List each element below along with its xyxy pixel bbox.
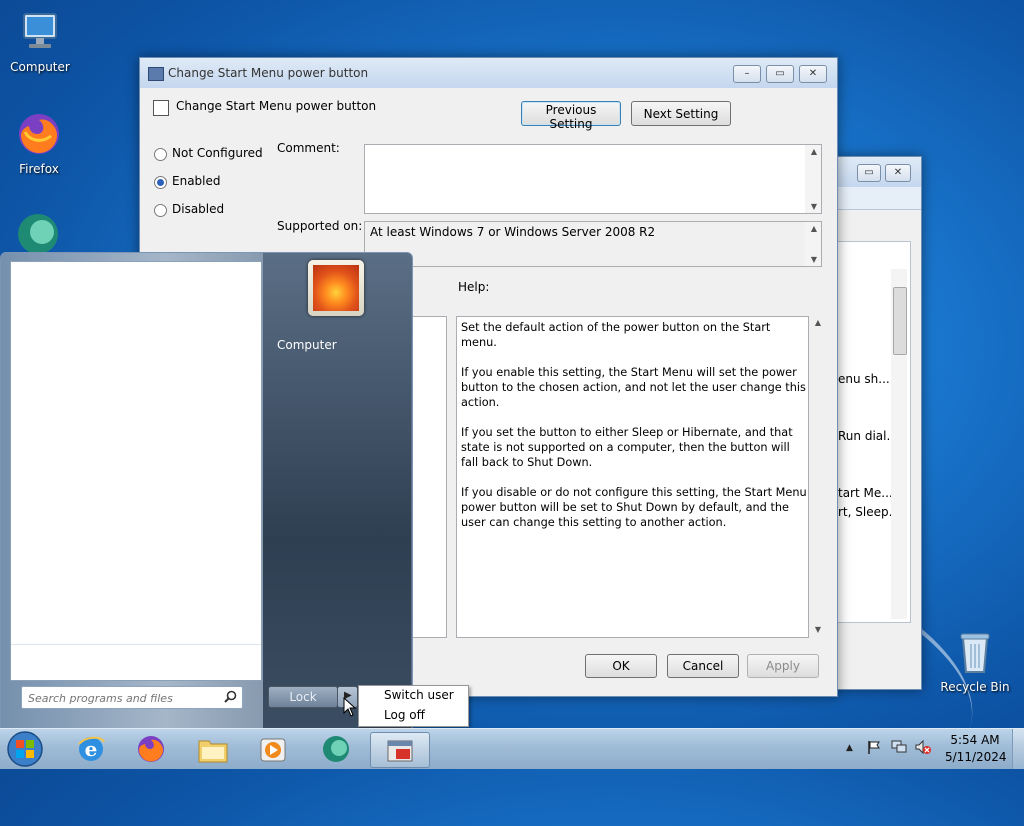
app-globe-icon [321, 734, 351, 767]
firefox-icon [15, 110, 63, 158]
volume-muted-icon[interactable] [914, 739, 932, 758]
help-scrollbar[interactable]: ▲ ▼ [809, 316, 825, 636]
desktop-icon-firefox[interactable]: Firefox [1, 110, 77, 176]
taskbar-media-player[interactable] [246, 732, 298, 766]
start-button[interactable] [4, 729, 46, 769]
supported-label: Supported on: [277, 219, 363, 233]
user-picture[interactable] [308, 260, 364, 316]
radio-circle[interactable] [154, 176, 167, 189]
lock-button[interactable]: Lock [268, 686, 338, 708]
desktop-icon-label: Recycle Bin [940, 680, 1010, 694]
background-window-scrollbar[interactable] [891, 269, 907, 619]
show-hidden-icons-icon[interactable]: ▲ [846, 743, 853, 753]
search-input[interactable] [26, 689, 216, 707]
computer-icon [16, 8, 64, 56]
taskbar-globe-app[interactable] [310, 732, 362, 766]
recycle-bin-icon [951, 628, 999, 676]
start-menu-computer-link[interactable]: Computer [277, 338, 337, 352]
start-menu[interactable]: Computer Lock ▶ [0, 252, 413, 730]
desktop-icon-recycle-bin[interactable]: Recycle Bin [937, 628, 1013, 694]
options-pane [410, 316, 447, 638]
clock-time[interactable]: 5:54 AM [947, 733, 1003, 747]
mouse-cursor-icon [343, 696, 357, 720]
flower-picture-icon [313, 265, 359, 311]
lock-label: Lock [289, 690, 317, 704]
radio-circle[interactable] [154, 148, 167, 161]
start-menu-programs-list[interactable] [10, 261, 262, 681]
menu-item-log-off[interactable]: Log off [384, 708, 425, 722]
radio-circle[interactable] [154, 204, 167, 217]
policy-heading: Change Start Menu power button [176, 99, 377, 113]
search-icon[interactable] [224, 690, 237, 706]
taskbar-internet-explorer[interactable]: e [64, 732, 116, 766]
taskbar: e ▲ 5:54 AM 5/11/2024 [0, 728, 1024, 769]
show-desktop-button[interactable] [1012, 729, 1024, 769]
app-globe-icon [14, 210, 62, 258]
action-center-flag-icon[interactable] [866, 739, 882, 758]
list-item[interactable]: tart Me... [838, 486, 893, 500]
apply-button[interactable]: Apply [747, 654, 819, 678]
policy-editor-icon [385, 735, 415, 768]
ok-button[interactable]: OK [585, 654, 657, 678]
supported-value: At least Windows 7 or Windows Server 200… [370, 225, 656, 239]
firefox-icon [136, 734, 166, 767]
divider [11, 644, 261, 645]
background-window-titlebar[interactable]: ▭ ✕ [837, 157, 921, 187]
menu-item-switch-user[interactable]: Switch user [384, 688, 454, 702]
list-item[interactable]: Run dial... [838, 429, 898, 443]
help-paragraph: Set the default action of the power butt… [461, 321, 771, 349]
list-item[interactable]: enu sh... [838, 372, 890, 386]
policy-setting-icon [153, 100, 169, 116]
supported-scrollbar[interactable]: ▲ ▼ [805, 222, 821, 266]
desktop-icon-label: Computer [10, 60, 70, 74]
media-player-icon [258, 735, 288, 768]
minimize-button[interactable]: – [733, 65, 761, 83]
next-setting-button[interactable]: Next Setting [631, 101, 731, 126]
power-context-menu[interactable]: Switch user Log off [358, 685, 469, 727]
help-label: Help: [458, 280, 490, 294]
svg-text:e: e [85, 737, 98, 761]
help-paragraph: If you disable or do not configure this … [461, 486, 807, 529]
start-search-box[interactable] [21, 686, 243, 709]
help-paragraph: If you enable this setting, the Start Me… [461, 366, 806, 409]
close-button[interactable]: ✕ [885, 164, 911, 182]
start-menu-right-pane: Computer Lock ▶ [263, 253, 411, 729]
network-icon[interactable] [890, 739, 908, 758]
folder-icon [197, 736, 229, 767]
window-title: Change Start Menu power button [168, 66, 369, 80]
background-window-toolbar [837, 187, 921, 210]
close-button[interactable]: ✕ [799, 65, 827, 83]
taskbar-group-policy-editor[interactable] [370, 732, 430, 768]
taskbar-firefox[interactable] [124, 732, 176, 766]
taskbar-file-explorer[interactable] [186, 732, 238, 766]
maximize-button[interactable]: ▭ [766, 65, 794, 83]
policy-window-icon [148, 67, 164, 81]
help-pane: Set the default action of the power butt… [456, 316, 809, 638]
policy-window-titlebar[interactable]: Change Start Menu power button – ▭ ✕ [140, 58, 837, 88]
supported-field: At least Windows 7 or Windows Server 200… [364, 221, 822, 267]
previous-setting-button[interactable]: Previous Setting [521, 101, 621, 131]
background-window[interactable]: ▭ ✕ enu sh... Run dial... tart Me... rt,… [836, 156, 922, 690]
comment-label: Comment: [277, 141, 340, 155]
clock-date[interactable]: 5/11/2024 [945, 750, 1007, 764]
radio-label: Not Configured [172, 146, 263, 160]
desktop-icon-computer[interactable]: Computer [2, 8, 78, 74]
radio-label: Disabled [172, 202, 225, 216]
radio-label: Enabled [172, 174, 221, 188]
scrollbar-thumb[interactable] [893, 287, 907, 355]
comment-field[interactable]: ▲ ▼ [364, 144, 822, 214]
internet-explorer-icon: e [76, 734, 106, 767]
maximize-button[interactable]: ▭ [857, 164, 881, 182]
desktop-icon-label: Firefox [19, 162, 59, 176]
comment-scrollbar[interactable]: ▲ ▼ [805, 145, 821, 213]
help-paragraph: If you set the button to either Sleep or… [461, 426, 793, 469]
cancel-button[interactable]: Cancel [667, 654, 739, 678]
